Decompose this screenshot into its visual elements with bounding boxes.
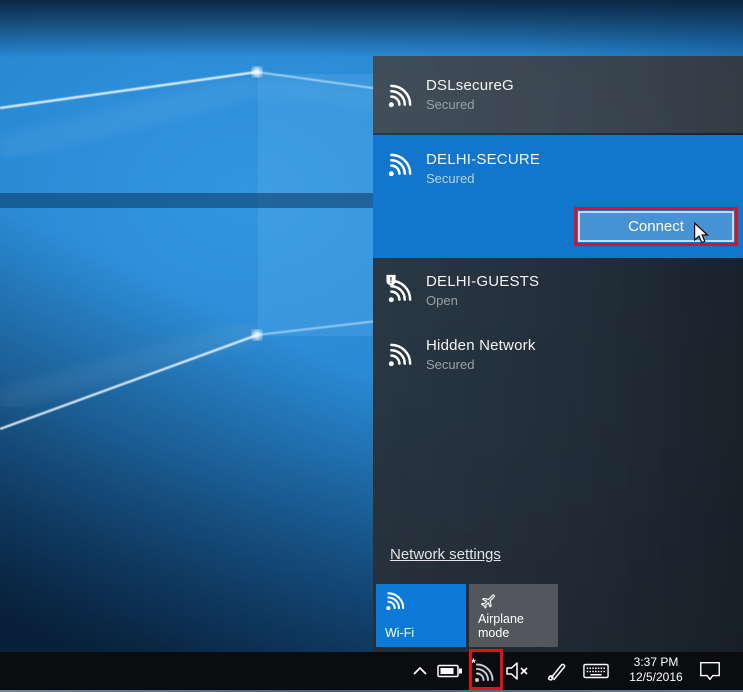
windows-ink-button[interactable] — [544, 659, 570, 683]
network-settings-link[interactable]: Network settings — [390, 546, 501, 563]
wifi-signal-icon — [388, 153, 412, 177]
network-status: Secured — [426, 97, 475, 112]
pen-icon — [547, 663, 566, 681]
network-row-dslsecureg[interactable]: DSLsecureG Secured — [373, 56, 743, 133]
clock[interactable]: 3:37 PM 12/5/2016 — [626, 655, 686, 685]
network-name: Hidden Network — [426, 336, 536, 354]
wifi-network-flyout: DSLsecureG Secured DELHI-SECURE Secured … — [373, 56, 743, 652]
connect-button[interactable]: Connect — [578, 211, 734, 242]
chevron-up-icon — [413, 666, 427, 675]
tray-wifi-annotation-box — [469, 649, 503, 690]
taskbar: * 3:37 PM 12/5/2016 — [0, 652, 743, 690]
keyboard-icon — [583, 663, 609, 679]
wifi-signal-icon — [388, 84, 412, 107]
clock-time: 3:37 PM — [633, 655, 679, 669]
touch-keyboard-button[interactable] — [583, 659, 609, 683]
wifi-signal-icon — [388, 343, 412, 367]
airplane-icon — [480, 594, 496, 609]
wifi-icon — [386, 592, 405, 611]
network-name: DELHI-SECURE — [426, 151, 541, 168]
screen: DSLsecureG Secured DELHI-SECURE Secured … — [0, 0, 743, 692]
network-row-delhi-guests[interactable]: ! DELHI-GUESTS Open — [373, 258, 743, 322]
warning-shield-badge: ! — [386, 275, 396, 286]
network-status: Open — [426, 292, 458, 308]
wifi-warning-icon: ! — [386, 275, 412, 303]
svg-text:!: ! — [390, 275, 393, 285]
network-status: Secured — [426, 356, 475, 372]
wifi-toggle-tile[interactable]: Wi-Fi — [376, 584, 466, 647]
volume-button[interactable] — [505, 659, 531, 683]
network-name: DELHI-GUESTS — [426, 272, 540, 290]
network-name: DSLsecureG — [426, 77, 514, 94]
battery-icon — [437, 664, 462, 678]
network-row-delhi-secure[interactable]: DELHI-SECURE Secured Connect — [373, 135, 743, 258]
show-hidden-icons-button[interactable] — [407, 659, 433, 683]
network-status: Secured — [426, 171, 475, 186]
volume-muted-icon — [506, 662, 528, 680]
clock-date: 12/5/2016 — [629, 670, 683, 684]
airplane-tile-label: Airplane mode — [478, 612, 524, 640]
action-center-icon — [700, 662, 720, 680]
network-row-hidden-network[interactable]: Hidden Network Secured — [373, 322, 743, 386]
connect-annotation-box: Connect — [574, 207, 738, 246]
airplane-mode-tile[interactable]: Airplane mode — [469, 584, 558, 647]
action-center-button[interactable] — [697, 659, 723, 683]
mouse-cursor — [694, 222, 709, 244]
battery-status-button[interactable] — [437, 659, 463, 683]
wifi-tile-label: Wi-Fi — [385, 626, 415, 640]
